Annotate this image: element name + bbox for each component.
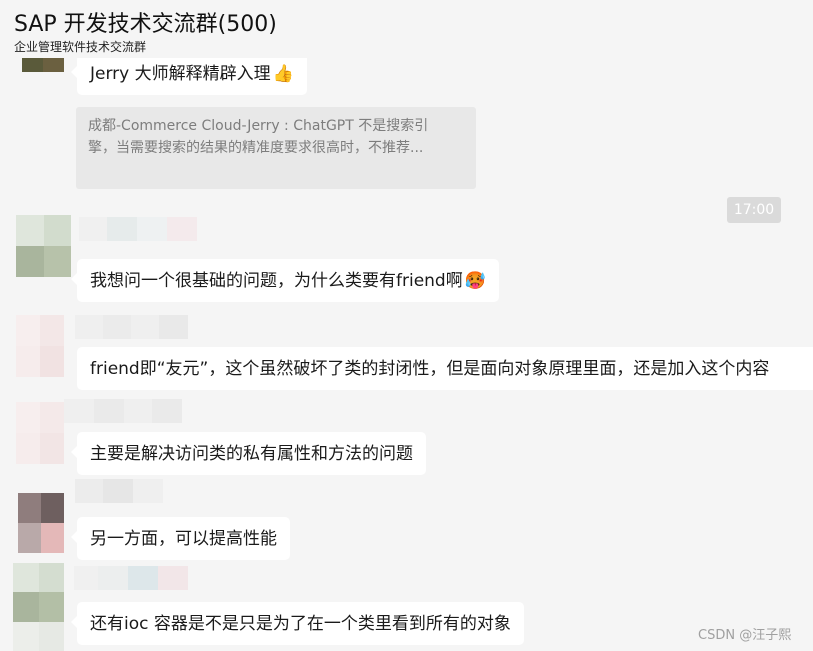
quoted-message[interactable]: 成都-Commerce Cloud-Jerry : ChatGPT 不是搜索引 …	[76, 107, 476, 189]
message-text: 另一方面，可以提高性能	[90, 528, 277, 549]
group-subtitle: 企业管理软件技术交流群	[14, 40, 147, 54]
thumbs-up-icon: 👍	[272, 63, 294, 84]
avatar[interactable]	[18, 493, 64, 553]
quote-line: 成都-Commerce Cloud-Jerry : ChatGPT 不是搜索引	[88, 118, 429, 134]
sender-name	[64, 399, 182, 423]
message-text: 还有ioc 容器是不是只是为了在一个类里看到所有的对象	[90, 613, 511, 634]
sweating-face-icon: 🥵	[464, 270, 486, 291]
message-bubble[interactable]: Jerry 大师解释精辟入理 👍	[71, 52, 307, 95]
avatar[interactable]	[16, 315, 64, 377]
message-bubble[interactable]: 另一方面，可以提高性能	[71, 517, 290, 560]
message-bubble[interactable]: 还有ioc 容器是不是只是为了在一个类里看到所有的对象	[71, 602, 524, 645]
sender-name	[74, 566, 188, 590]
message-text: 主要是解决访问类的私有属性和方法的问题	[90, 443, 413, 464]
quote-line: 擎，当需要搜索的结果的精准度要求很高时，不推荐...	[88, 140, 424, 156]
chat-header: SAP 开发技术交流群(500) 企业管理软件技术交流群	[0, 0, 813, 58]
avatar[interactable]	[16, 215, 71, 277]
message-text: friend即“友元”，这个虽然破坏了类的封闭性，但是面向对象原理里面，还是加入…	[90, 358, 770, 379]
avatar[interactable]	[13, 563, 64, 651]
avatar[interactable]	[16, 402, 64, 464]
message-bubble[interactable]: 主要是解决访问类的私有属性和方法的问题	[71, 432, 426, 475]
avatar[interactable]	[22, 58, 64, 72]
sender-name	[75, 315, 188, 339]
timestamp-badge: 17:00	[727, 197, 781, 223]
message-text: Jerry 大师解释精辟入理	[90, 63, 271, 84]
sender-name	[79, 217, 197, 241]
message-bubble[interactable]: 我想问一个很基础的问题，为什么类要有friend啊 🥵	[71, 259, 499, 302]
sender-name	[75, 479, 163, 503]
message-text: 我想问一个很基础的问题，为什么类要有friend啊	[90, 270, 463, 291]
watermark: CSDN @汪子熙	[698, 628, 792, 643]
group-title[interactable]: SAP 开发技术交流群(500)	[14, 6, 277, 38]
message-bubble[interactable]: friend即“友元”，这个虽然破坏了类的封闭性，但是面向对象原理里面，还是加入…	[77, 347, 813, 390]
